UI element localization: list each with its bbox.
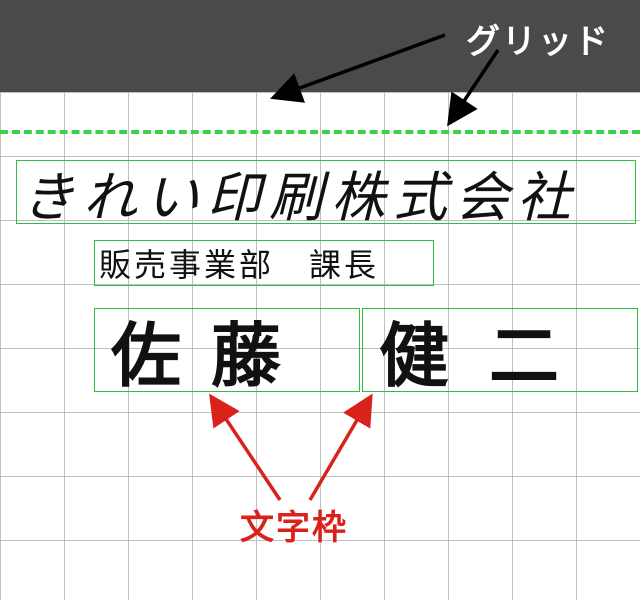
green-dashed-guide (0, 130, 640, 134)
grid-annotation-label: グリッド (466, 14, 610, 63)
text-frame-name-given[interactable]: 健二 (362, 308, 638, 392)
text-frame-name-family[interactable]: 佐藤 (94, 308, 360, 392)
department-text: 販売事業部 課長 (99, 240, 379, 286)
text-frame-department[interactable]: 販売事業部 課長 (94, 240, 434, 286)
text-frame-company[interactable]: きれい印刷株式会社 (16, 160, 636, 224)
name-family-text: 佐藤 (111, 300, 311, 401)
name-given-text: 健二 (379, 300, 599, 401)
company-text: きれい印刷株式会社 (21, 153, 579, 232)
text-frame-annotation-label: 文字枠 (240, 500, 348, 549)
